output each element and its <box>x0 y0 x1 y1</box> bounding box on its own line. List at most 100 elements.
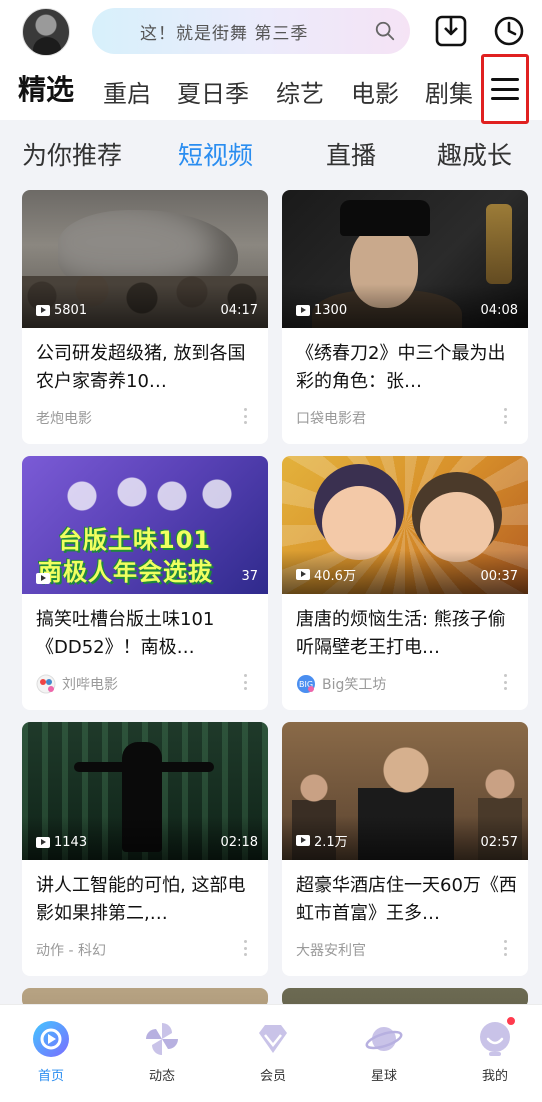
tab-xiarijì[interactable]: 夏日季 <box>177 74 249 109</box>
play-count: 5801 <box>36 303 87 318</box>
video-title[interactable]: 搞笑吐槽台版土味101《DD52》！南极… <box>36 606 258 662</box>
play-count-value: 2.1万 <box>314 835 348 850</box>
video-author: 大器安利官 <box>296 940 366 960</box>
author-avatar <box>36 674 56 694</box>
more-options-icon[interactable] <box>504 940 508 956</box>
play-count-value: 40.6万 <box>314 569 356 584</box>
video-category: 动作 - 科幻 <box>36 940 106 960</box>
play-count: 2.1万 <box>296 831 348 850</box>
more-options-icon[interactable] <box>504 408 508 424</box>
video-title[interactable]: 讲人工智能的可怕, 这部电影如果排第二,… <box>36 872 258 928</box>
video-thumbnail[interactable]: 40.6万 00:37 <box>282 456 528 594</box>
tab-chongqi[interactable]: 重启 <box>103 74 151 109</box>
play-count-icon <box>36 305 50 316</box>
video-duration: 04:08 <box>480 303 518 318</box>
nav-label: 会员 <box>259 1069 286 1084</box>
author-name: 老炮电影 <box>36 411 92 427</box>
video-card[interactable]: 1300 04:08 《绣春刀2》中三个最为出彩的角色：张… 口袋电影君 <box>282 190 528 444</box>
profile-icon <box>475 1015 517 1059</box>
nav-label: 我的 <box>481 1069 508 1084</box>
nav-label: 动态 <box>148 1069 175 1084</box>
play-count: 1143 <box>36 835 87 850</box>
download-icon[interactable] <box>434 14 468 48</box>
sub-tab-bar: 为你推荐 短视频 直播 趣成长 <box>0 130 542 178</box>
nav-profile[interactable]: 我的 <box>455 1015 535 1095</box>
author-name: Big笑工坊 <box>322 677 387 693</box>
nav-dynamic[interactable]: 动态 <box>122 1019 202 1095</box>
user-avatar[interactable] <box>22 8 70 56</box>
nav-vip[interactable]: 会员 <box>233 1019 313 1095</box>
subtab-recommend[interactable]: 为你推荐 <box>22 136 122 172</box>
video-card[interactable]: 5801 04:17 公司研发超级猪, 放到各国农户家寄养10… 老炮电影 <box>22 190 268 444</box>
nav-label: 星球 <box>370 1069 397 1084</box>
tab-jingxuan[interactable]: 精选 <box>18 68 74 108</box>
history-clock-icon[interactable] <box>492 14 526 48</box>
play-count: 1300 <box>296 303 347 318</box>
notification-dot <box>505 1015 517 1027</box>
play-count-value: 1300 <box>314 303 348 318</box>
play-count-icon <box>296 569 310 580</box>
author-name: 大器安利官 <box>296 943 366 959</box>
subtab-live[interactable]: 直播 <box>326 136 376 172</box>
channel-menu-button[interactable] <box>481 54 529 124</box>
more-options-icon[interactable] <box>244 408 248 424</box>
video-card[interactable]: 40.6万 00:37 唐唐的烦恼生活: 熊孩子偷听隔壁老王打电… BIG Bi… <box>282 456 528 710</box>
video-title[interactable]: 超豪华酒店住一天60万《西虹市首富》王多… <box>296 872 518 928</box>
video-author: 刘哔电影 <box>36 674 118 694</box>
subtab-growth[interactable]: 趣成长 <box>437 136 512 172</box>
tab-juji[interactable]: 剧集 <box>425 74 473 109</box>
planet-icon <box>365 1027 403 1051</box>
play-count-value: 5801 <box>54 303 88 318</box>
video-title[interactable]: 唐唐的烦恼生活: 熊孩子偷听隔壁老王打电… <box>296 606 518 662</box>
subtab-short-video[interactable]: 短视频 <box>178 136 253 172</box>
app-header: 这！就是街舞 第三季 精选 重启 夏日季 综艺 电影 剧集 <box>0 0 542 120</box>
video-thumbnail[interactable]: 2.1万 02:57 <box>282 722 528 860</box>
search-bar[interactable]: 这！就是街舞 第三季 <box>92 8 410 54</box>
top-tab-bar: 精选 重启 夏日季 综艺 电影 剧集 <box>0 70 542 116</box>
video-duration: 00:37 <box>480 569 518 584</box>
search-icon[interactable] <box>374 20 396 42</box>
video-thumbnail[interactable]: 5801 04:17 <box>22 190 268 328</box>
more-options-icon[interactable] <box>244 940 248 956</box>
video-thumbnail[interactable]: 1143 02:18 <box>22 722 268 860</box>
video-author: 口袋电影君 <box>296 408 366 428</box>
diamond-icon <box>259 1025 287 1053</box>
bottom-navigation: 首页 动态 会员 星球 我的 <box>0 1004 542 1102</box>
play-count-icon <box>296 305 310 316</box>
video-author: 老炮电影 <box>36 408 92 428</box>
category-label: 动作 - 科幻 <box>36 943 106 959</box>
search-placeholder: 这！就是街舞 第三季 <box>140 23 309 44</box>
video-duration: 02:57 <box>480 835 518 850</box>
home-icon <box>33 1021 69 1057</box>
more-options-icon[interactable] <box>244 674 248 690</box>
play-count-icon <box>36 573 50 584</box>
video-thumbnail[interactable]: 台版土味101 南极人年会选拔 37 <box>22 456 268 594</box>
nav-planet[interactable]: 星球 <box>344 1019 424 1095</box>
tab-zongyi[interactable]: 综艺 <box>276 74 324 109</box>
more-options-icon[interactable] <box>504 674 508 690</box>
video-card[interactable]: 1143 02:18 讲人工智能的可怕, 这部电影如果排第二,… 动作 - 科幻 <box>22 722 268 976</box>
video-card[interactable]: 2.1万 02:57 超豪华酒店住一天60万《西虹市首富》王多… 大器安利官 <box>282 722 528 976</box>
video-duration: 04:17 <box>220 303 258 318</box>
video-card[interactable]: 台版土味101 南极人年会选拔 37 搞笑吐槽台版土味101《DD52》！南极…… <box>22 456 268 710</box>
thumbnail-caption: 台版土味101 <box>58 526 212 554</box>
play-count: 40.6万 <box>296 565 356 584</box>
play-count-icon <box>296 835 310 846</box>
play-count-icon <box>36 837 50 848</box>
video-duration: 37 <box>241 569 258 584</box>
author-name: 口袋电影君 <box>296 411 366 427</box>
video-author: BIG Big笑工坊 <box>296 674 386 694</box>
nav-home[interactable]: 首页 <box>11 1019 91 1095</box>
play-count <box>36 573 54 584</box>
tab-dianying[interactable]: 电影 <box>351 74 399 109</box>
video-title[interactable]: 《绣春刀2》中三个最为出彩的角色：张… <box>296 340 518 396</box>
video-duration: 02:18 <box>220 835 258 850</box>
thumbnail-caption: 南极人年会选拔 <box>38 558 213 586</box>
author-name: 刘哔电影 <box>62 677 118 693</box>
author-avatar: BIG <box>297 675 315 693</box>
nav-label: 首页 <box>37 1069 64 1084</box>
video-title[interactable]: 公司研发超级猪, 放到各国农户家寄养10… <box>36 340 258 396</box>
hamburger-menu-icon <box>491 78 519 100</box>
video-thumbnail[interactable]: 1300 04:08 <box>282 190 528 328</box>
pinwheel-icon <box>146 1023 178 1055</box>
